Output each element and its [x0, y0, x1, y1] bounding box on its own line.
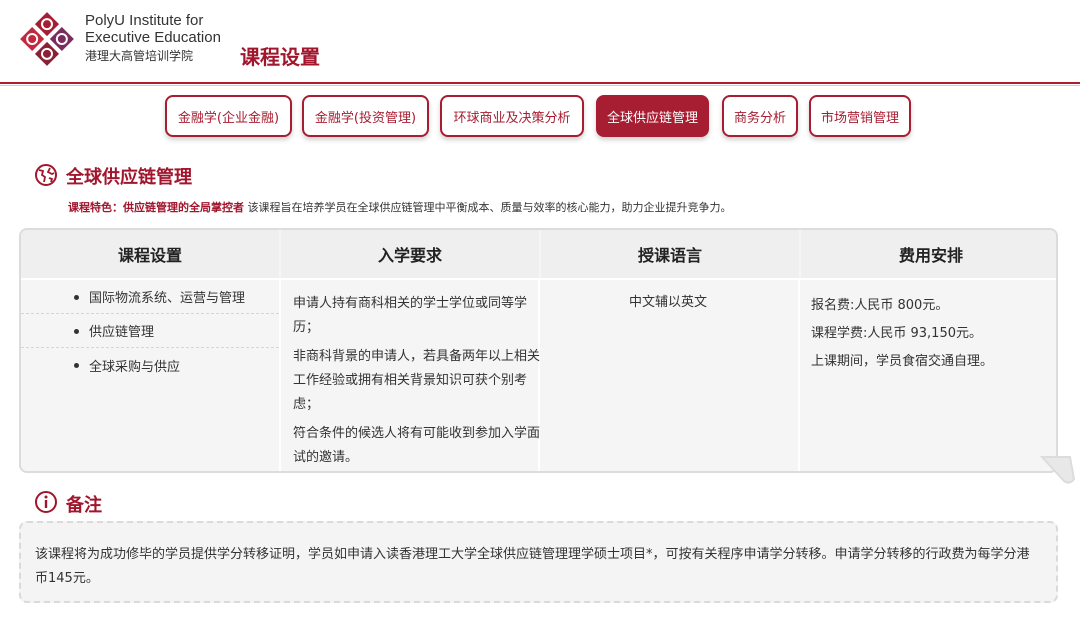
info-icon — [35, 491, 57, 513]
notes-box: 该课程将为成功修毕的学员提供学分转移证明，学员如申请入读香港理工大学全球供应链管… — [19, 521, 1058, 603]
tab-marketing-management[interactable]: 市场营销管理 — [809, 95, 911, 137]
tab-business-analytics[interactable]: 商务分析 — [722, 95, 798, 137]
header-fees: 费用安排 — [801, 230, 1056, 278]
notes-title: 备注 — [66, 495, 102, 516]
requirement-item: 非商科背景的申请人，若具备两年以上相关工作经验或拥有相关背景知识可获个别考虑； — [293, 349, 541, 412]
tab-global-supply-chain[interactable]: 全球供应链管理 — [596, 95, 709, 137]
header-divider — [0, 82, 1080, 84]
program-details-table: 课程设置 入学要求 授课语言 费用安排 国际物流系统、运营与管理 供应链管理 全… — [19, 228, 1058, 473]
notes-text: 该课程将为成功修毕的学员提供学分转移证明，学员如申请入读香港理工大学全球供应链管… — [35, 547, 1030, 586]
fee-item: 上课期间，学员食宿交通自理。 — [811, 354, 994, 369]
page-title: 课程设置 — [240, 45, 320, 69]
feature-label: 课程特色：供应链管理的全局掌控者 — [68, 201, 244, 214]
org-name-line1: PolyU Institute for — [85, 12, 204, 29]
fee-arrangement: 报名费:人民币 800元。 课程学费:人民币 93,150元。 上课期间，学员食… — [811, 292, 1051, 376]
course-feature: 课程特色：供应链管理的全局掌控者 该课程旨在培养学员在全球供应链管理中平衡成本、… — [68, 199, 732, 215]
org-name-line2: Executive Education — [85, 29, 221, 46]
header-language: 授课语言 — [541, 230, 799, 278]
header-courses: 课程设置 — [21, 230, 279, 278]
header-divider-shadow — [0, 85, 1080, 86]
header: PolyU Institute for Executive Education … — [0, 0, 1080, 86]
list-item: 供应链管理 — [21, 314, 279, 348]
list-item: 全球采购与供应 — [21, 348, 279, 382]
program-tabs: 金融学(企业金融) 金融学(投资管理) 环球商业及决策分析 全球供应链管理 商务… — [0, 95, 1080, 137]
org-name: PolyU Institute for Executive Education … — [85, 12, 221, 65]
tab-global-business-analysis[interactable]: 环球商业及决策分析 — [440, 95, 584, 137]
org-name-line3: 港理大高管培训学院 — [85, 49, 194, 63]
header-admission: 入学要求 — [281, 230, 539, 278]
tab-finance-investment[interactable]: 金融学(投资管理) — [302, 95, 429, 137]
list-item: 国际物流系统、运营与管理 — [21, 280, 279, 314]
requirement-item: 申请人持有商科相关的学士学位或同等学历； — [293, 296, 528, 335]
feature-text: 该课程旨在培养学员在全球供应链管理中平衡成本、质量与效率的核心能力，助力企业提升… — [247, 201, 732, 214]
teaching-language: 中文辅以英文 — [628, 295, 707, 310]
requirement-item: 符合条件的候选人将有可能收到参加入学面试的邀请。 — [293, 426, 541, 465]
tab-finance-corporate[interactable]: 金融学(企业金融) — [165, 95, 292, 137]
table-corner-decoration — [1040, 456, 1076, 484]
fee-item: 课程学费:人民币 93,150元。 — [811, 326, 982, 341]
column-divider — [279, 280, 281, 471]
course-list: 国际物流系统、运营与管理 供应链管理 全球采购与供应 — [21, 280, 279, 382]
globe-icon — [35, 164, 57, 186]
column-divider — [798, 280, 800, 471]
fee-item: 报名费:人民币 800元。 — [811, 298, 949, 313]
section-title: 全球供应链管理 — [66, 167, 192, 188]
polyu-logo-icon[interactable] — [18, 10, 76, 68]
admission-requirements: 申请人持有商科相关的学士学位或同等学历； 非商科背景的申请人，若具备两年以上相关… — [293, 292, 543, 471]
